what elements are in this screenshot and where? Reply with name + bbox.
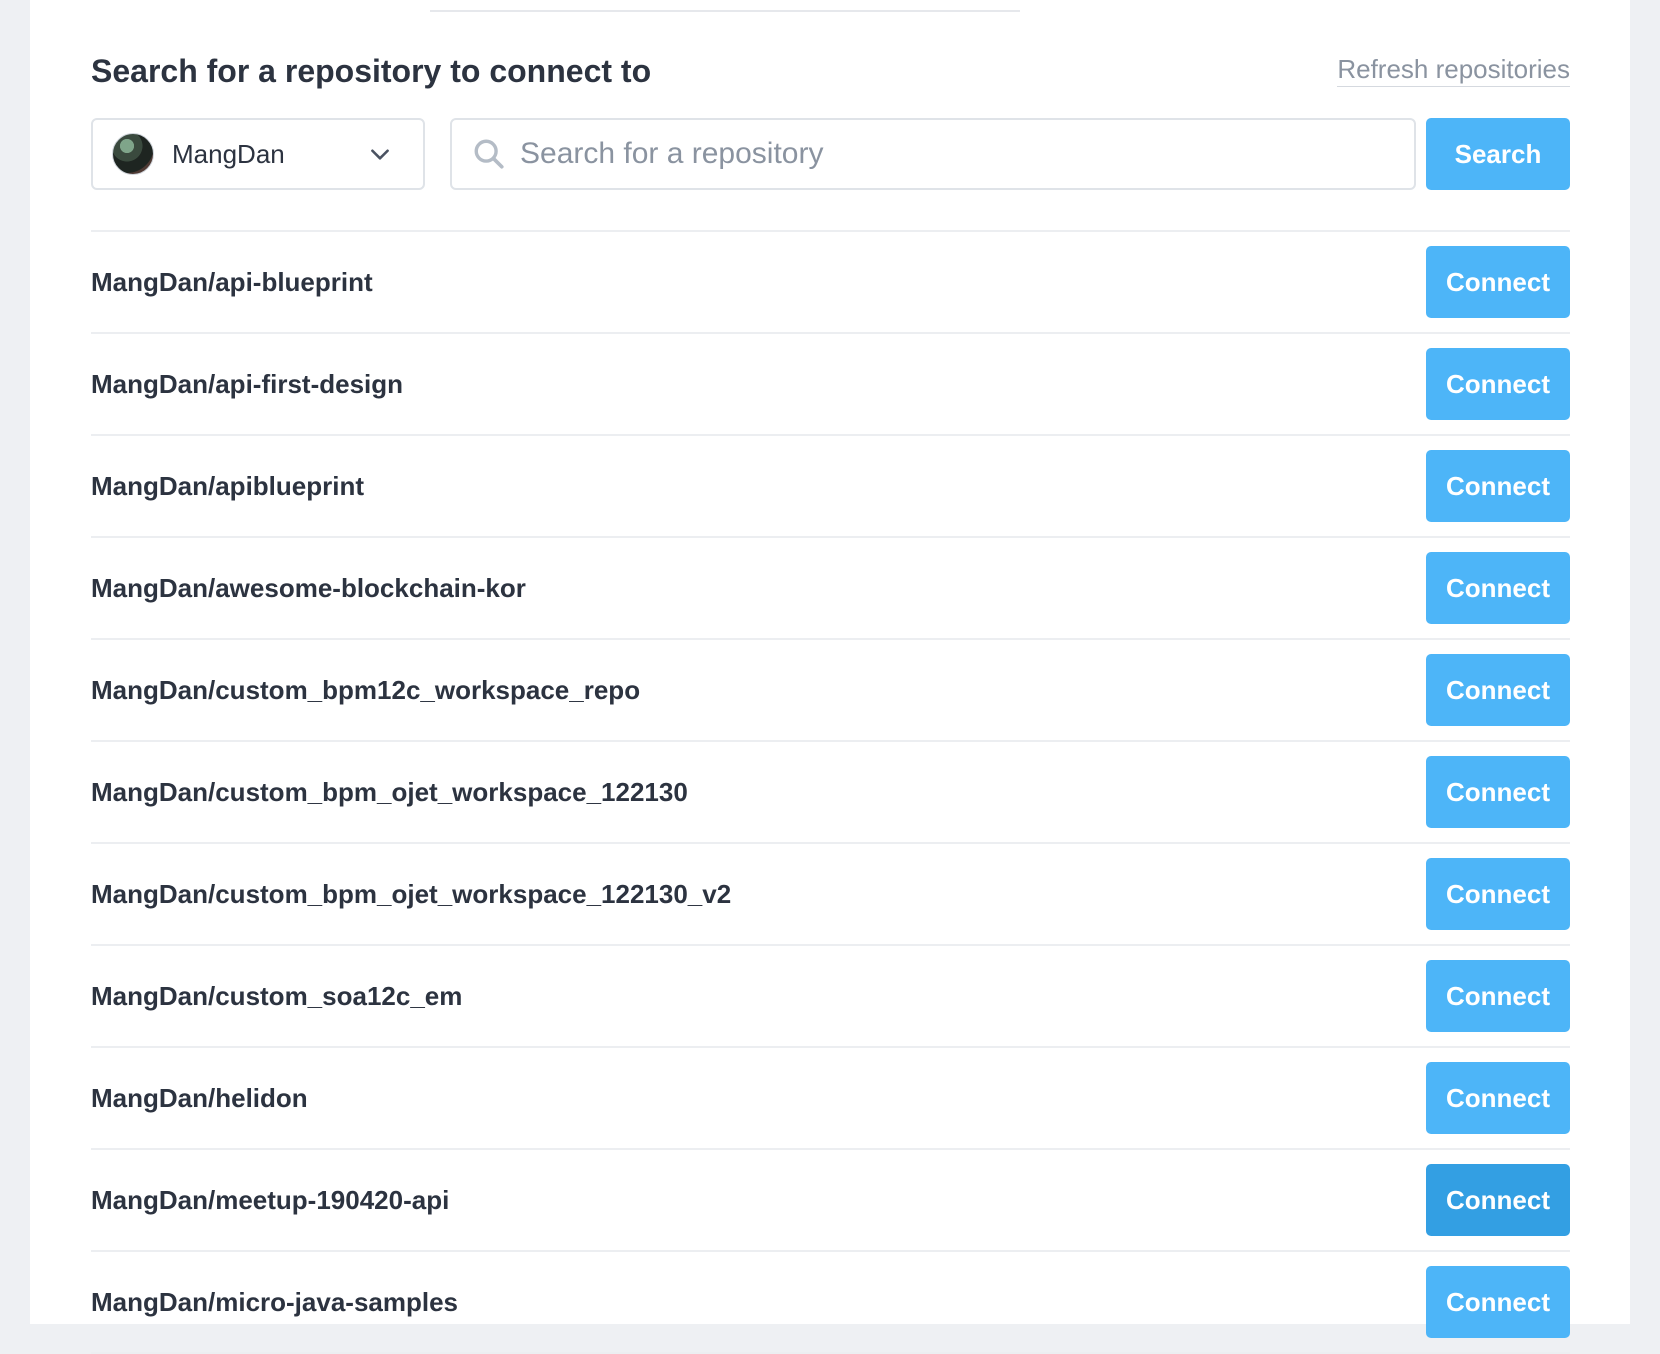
repository-row: MangDan/micro-java-samples Connect (91, 1252, 1570, 1354)
repository-name: MangDan/custom_bpm_ojet_workspace_122130… (91, 878, 732, 909)
repository-row: MangDan/api-first-design Connect (91, 334, 1570, 436)
connect-button[interactable]: Connect (1426, 654, 1570, 726)
repository-name: MangDan/micro-java-samples (91, 1286, 459, 1317)
search-button[interactable]: Search (1426, 118, 1570, 190)
section-title: Search for a repository to connect to (91, 53, 652, 89)
repository-row: MangDan/custom_soa12c_em Connect (91, 946, 1570, 1048)
repository-name: MangDan/custom_bpm12c_workspace_repo (91, 674, 641, 705)
owner-name: MangDan (172, 138, 285, 169)
chevron-down-icon (371, 149, 389, 160)
repository-row: MangDan/custom_bpm12c_workspace_repo Conn… (91, 640, 1570, 742)
repository-row: MangDan/api-blueprint Connect (91, 232, 1570, 334)
user-avatar (112, 133, 154, 175)
repository-name: MangDan/meetup-190420-api (91, 1184, 450, 1215)
repository-name: MangDan/custom_soa12c_em (91, 980, 463, 1011)
top-divider (430, 10, 1020, 12)
connect-button[interactable]: Connect (1426, 756, 1570, 828)
connect-button[interactable]: Connect (1426, 348, 1570, 420)
connect-button[interactable]: Connect (1426, 960, 1570, 1032)
repository-connect-panel: Search for a repository to connect to Re… (30, 0, 1630, 1354)
repository-name: MangDan/custom_bpm_ojet_workspace_122130 (91, 776, 688, 807)
search-icon (474, 139, 504, 169)
repository-row: MangDan/meetup-190420-api Connect (91, 1150, 1570, 1252)
repository-row: MangDan/helidon Connect (91, 1048, 1570, 1150)
connect-button[interactable]: Connect (1426, 450, 1570, 522)
connect-button[interactable]: Connect (1426, 1266, 1570, 1338)
repository-name: MangDan/apiblueprint (91, 470, 364, 501)
repository-name: MangDan/awesome-blockchain-kor (91, 572, 526, 603)
connect-button[interactable]: Connect (1426, 1164, 1570, 1236)
search-field (450, 118, 1416, 190)
connect-button[interactable]: Connect (1426, 1062, 1570, 1134)
owner-select[interactable]: MangDan (91, 118, 425, 190)
repository-row: MangDan/custom_bpm_ojet_workspace_122130… (91, 844, 1570, 946)
repository-row: MangDan/apiblueprint Connect (91, 436, 1570, 538)
search-input[interactable] (518, 123, 1414, 185)
repository-row: MangDan/custom_bpm_ojet_workspace_122130… (91, 742, 1570, 844)
connect-button[interactable]: Connect (1426, 246, 1570, 318)
refresh-repositories-link[interactable]: Refresh repositories (1337, 52, 1570, 87)
connect-button[interactable]: Connect (1426, 552, 1570, 624)
repository-name: MangDan/api-first-design (91, 368, 404, 399)
repository-name: MangDan/helidon (91, 1082, 308, 1113)
repository-row: MangDan/awesome-blockchain-kor Connect (91, 538, 1570, 640)
repository-list: MangDan/api-blueprint Connect MangDan/api-… (91, 230, 1570, 1354)
connect-button[interactable]: Connect (1426, 858, 1570, 930)
repository-name: MangDan/api-blueprint (91, 266, 373, 297)
